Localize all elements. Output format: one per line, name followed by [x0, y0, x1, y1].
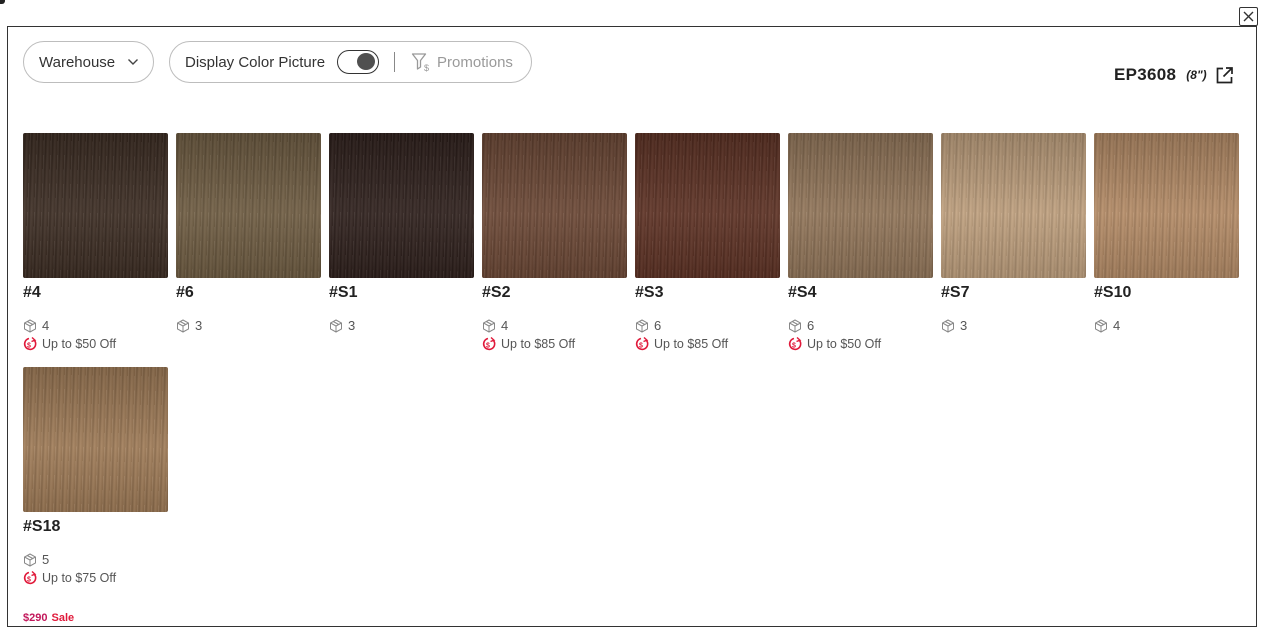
swatch-image: [176, 133, 321, 278]
svg-text:$: $: [792, 343, 796, 350]
stock-count: 6: [788, 318, 814, 333]
deal-text: Up to $50 Off: [42, 337, 117, 351]
sale-label: Sale: [51, 612, 75, 624]
product-code: EP3608: [1114, 65, 1177, 84]
svg-text:$: $: [27, 343, 31, 350]
product-size: (8"): [1186, 68, 1207, 82]
swatch-s3[interactable]: #S3 6 $ Up to $85 Off: [635, 133, 780, 351]
product-heading: EP3608 (8"): [1114, 65, 1234, 85]
swatch-s7[interactable]: #S7 3: [941, 133, 1086, 333]
swatch-name: #S1: [329, 284, 358, 301]
swatch-name: #S7: [941, 284, 970, 301]
swatch-name: #S10: [1094, 284, 1132, 301]
close-button[interactable]: [1239, 7, 1258, 26]
close-icon: [1243, 11, 1254, 22]
stock-count: 3: [176, 318, 202, 333]
promotions-label: Promotions: [437, 53, 513, 71]
swatch-image: [23, 367, 168, 512]
svg-text:$: $: [486, 343, 490, 350]
toggle-knob: [357, 53, 376, 70]
stock-value: 3: [195, 318, 203, 333]
box-icon: [942, 318, 954, 333]
price-row: $290 Sale: [23, 612, 74, 624]
display-options: Display Color Picture $ Promotions: [169, 41, 532, 83]
box-icon: [789, 318, 801, 333]
box-icon: [483, 318, 495, 333]
stock-count: 3: [941, 318, 967, 333]
swatch-s1[interactable]: #S1 3: [329, 133, 474, 333]
stock-count: 6: [635, 318, 661, 333]
stock-count: 3: [329, 318, 355, 333]
swatch-name: #6: [176, 284, 194, 301]
swatch-s2[interactable]: #S2 4 $ Up to $85 Off: [482, 133, 627, 351]
swatch-name: #S18: [23, 518, 61, 535]
promo-deal: $ Up to $85 Off: [482, 337, 575, 351]
display-color-label: Display Color Picture: [185, 53, 326, 71]
warehouse-dropdown[interactable]: Warehouse: [23, 41, 154, 83]
stock-value: 4: [1113, 318, 1121, 333]
stock-value: 6: [807, 318, 815, 333]
partial-icon: [0, 0, 5, 4]
svg-text:$: $: [424, 63, 429, 72]
stock-value: 5: [42, 552, 50, 567]
display-color-toggle[interactable]: [337, 50, 380, 74]
svg-text:$: $: [27, 577, 31, 584]
box-icon: [24, 318, 36, 333]
promo-icon: $: [23, 571, 37, 585]
swatch-image: [482, 133, 627, 278]
stock-value: 3: [348, 318, 356, 333]
filter-dollar-icon: $: [411, 53, 429, 72]
box-icon: [24, 552, 36, 567]
swatch-name: #4: [23, 284, 41, 301]
stock-count: 4: [23, 318, 49, 333]
promo-icon: $: [635, 337, 649, 351]
stock-count: 5: [23, 552, 49, 567]
swatch-image: [788, 133, 933, 278]
color-picker-modal: Warehouse Display Color Picture $ Promot…: [7, 26, 1257, 627]
promo-icon: $: [23, 337, 37, 351]
promo-deal: $ Up to $50 Off: [23, 337, 116, 351]
swatch-image: [635, 133, 780, 278]
stock-value: 6: [654, 318, 662, 333]
promo-icon: $: [482, 337, 496, 351]
stock-value: 4: [501, 318, 509, 333]
stock-value: 3: [960, 318, 968, 333]
swatch-name: #S4: [788, 284, 817, 301]
svg-text:$: $: [639, 343, 643, 350]
swatch-s10[interactable]: #S10 4: [1094, 133, 1239, 333]
price-amount: $290: [23, 612, 48, 624]
box-icon: [1095, 318, 1107, 333]
swatch-s18[interactable]: #S18 5 $ Up to $75 Off: [23, 367, 168, 585]
deal-text: Up to $85 Off: [654, 337, 729, 351]
swatch-image: [329, 133, 474, 278]
box-icon: [636, 318, 648, 333]
swatch-4[interactable]: #4 4 $ Up to $50 Off: [23, 133, 168, 351]
stock-count: 4: [1094, 318, 1120, 333]
swatch-6[interactable]: #6 3: [176, 133, 321, 333]
swatch-image: [941, 133, 1086, 278]
box-icon: [177, 318, 189, 333]
deal-text: Up to $50 Off: [807, 337, 882, 351]
swatch-image: [23, 133, 168, 278]
swatch-name: #S3: [635, 284, 664, 301]
box-icon: [330, 318, 342, 333]
promo-icon: $: [788, 337, 802, 351]
swatch-s4[interactable]: #S4 6 $ Up to $50 Off: [788, 133, 933, 351]
open-external-button[interactable]: [1215, 66, 1234, 85]
swatch-image: [1094, 133, 1239, 278]
swatch-name: #S2: [482, 284, 511, 301]
stock-count: 4: [482, 318, 508, 333]
promotions-filter[interactable]: $ Promotions: [411, 52, 513, 72]
promo-deal: $ Up to $75 Off: [23, 571, 116, 585]
divider: [394, 52, 396, 72]
stock-value: 4: [42, 318, 50, 333]
promo-deal: $ Up to $50 Off: [788, 337, 881, 351]
deal-text: Up to $75 Off: [42, 571, 117, 585]
promo-deal: $ Up to $85 Off: [635, 337, 728, 351]
chevron-down-icon: [128, 59, 138, 65]
external-link-icon: [1216, 66, 1233, 83]
deal-text: Up to $85 Off: [501, 337, 576, 351]
warehouse-label: Warehouse: [39, 53, 116, 71]
